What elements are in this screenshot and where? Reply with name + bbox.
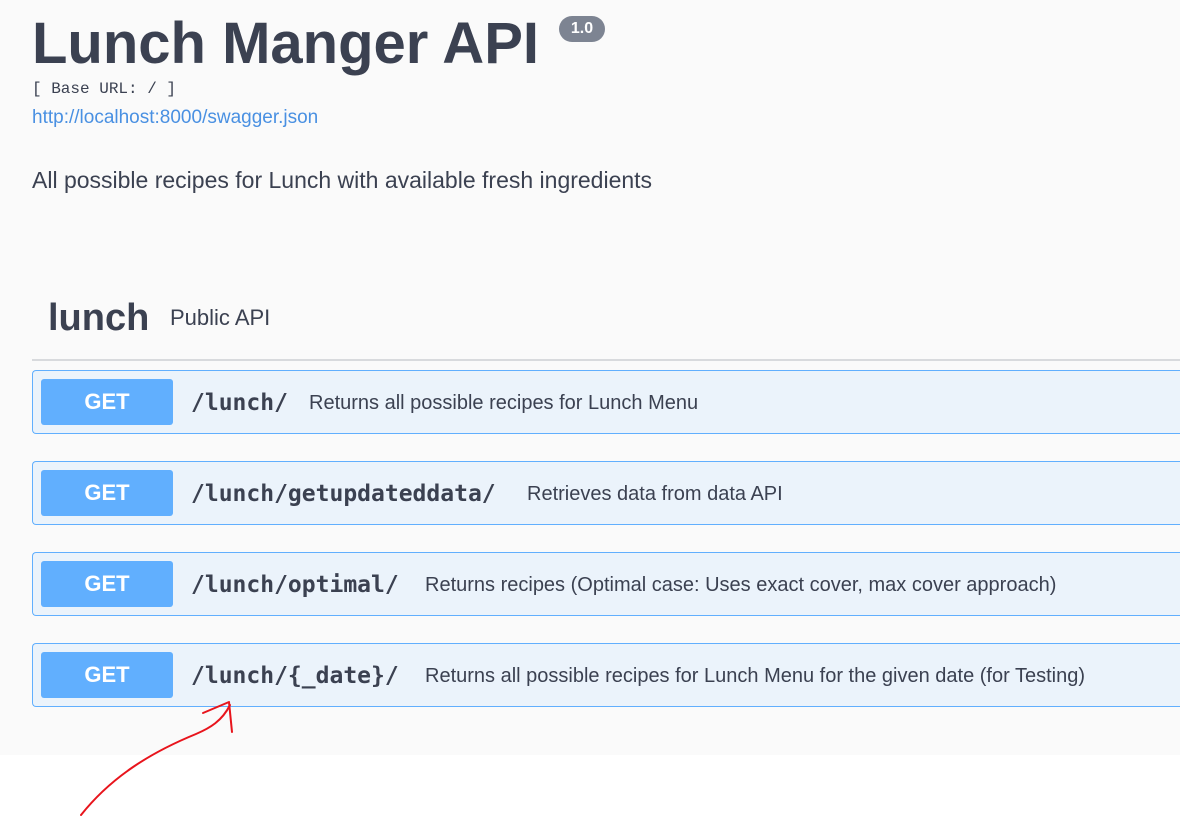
api-title: Lunch Manger API (32, 11, 539, 76)
tag-description: Public API (170, 305, 271, 330)
operation-path: /lunch/getupdateddata/ (191, 481, 496, 507)
api-info-section: Lunch Manger API 1.0 [ Base URL: / ] htt… (0, 0, 1180, 755)
method-badge: GET (41, 561, 173, 607)
operation-summary: Returns recipes (Optimal case: Uses exac… (425, 574, 1057, 596)
operation-summary: Retrieves data from data API (527, 483, 783, 505)
method-badge: GET (41, 470, 173, 516)
operation-get-lunch-by-date[interactable]: GET /lunch/{_date}/ Returns all possible… (32, 643, 1180, 707)
operation-get-lunch[interactable]: GET /lunch/ Returns all possible recipes… (32, 370, 1180, 434)
tag-section-header[interactable]: lunch Public API (32, 288, 1180, 361)
version-badge: 1.0 (559, 16, 605, 42)
operation-path: /lunch/{_date}/ (191, 663, 399, 689)
method-badge: GET (41, 652, 173, 698)
method-badge: GET (41, 379, 173, 425)
operation-summary: Returns all possible recipes for Lunch M… (425, 665, 1085, 687)
operation-path: /lunch/optimal/ (191, 572, 399, 598)
swagger-json-link[interactable]: http://localhost:8000/swagger.json (32, 107, 318, 129)
operation-get-optimal[interactable]: GET /lunch/optimal/ Returns recipes (Opt… (32, 552, 1180, 616)
tag-name: lunch (48, 297, 150, 339)
base-url: [ Base URL: / ] (32, 80, 177, 98)
api-description: All possible recipes for Lunch with avai… (32, 167, 653, 193)
operation-get-getupdateddata[interactable]: GET /lunch/getupdateddata/ Retrieves dat… (32, 461, 1180, 525)
operation-summary: Returns all possible recipes for Lunch M… (309, 392, 699, 414)
operation-path: /lunch/ (191, 390, 288, 416)
